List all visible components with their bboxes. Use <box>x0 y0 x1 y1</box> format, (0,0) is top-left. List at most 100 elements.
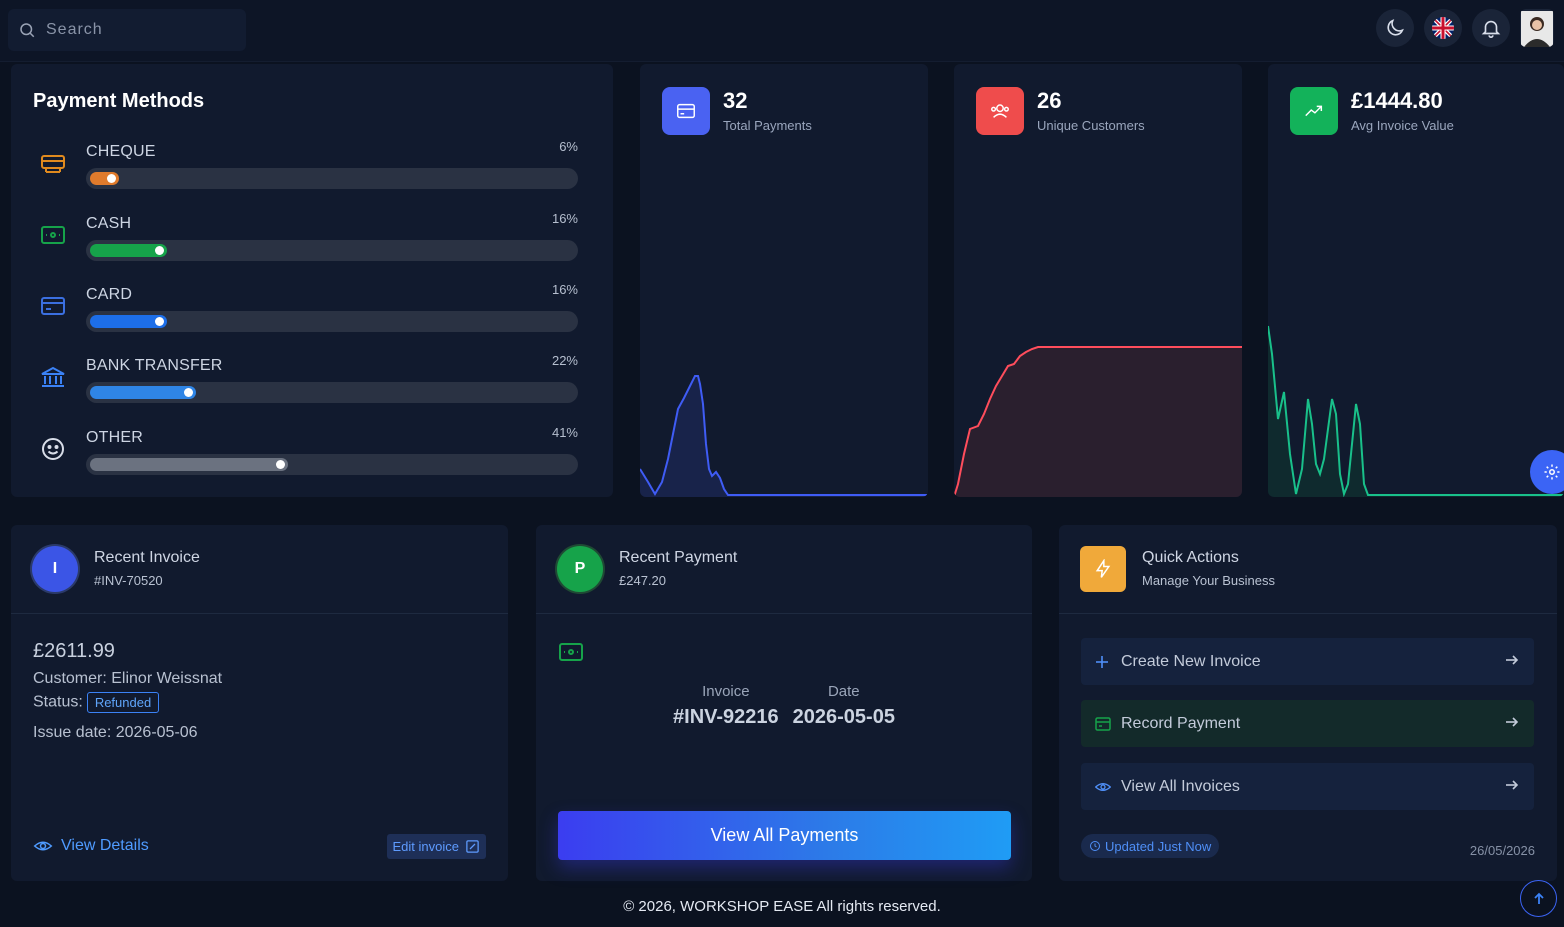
invoice-customer: Customer: Elinor Weissnat <box>33 670 223 687</box>
payment-invoice-col: Invoice #INV-92216 <box>673 683 779 729</box>
quick-actions-card: Quick Actions Manage Your Business Creat… <box>1059 525 1557 881</box>
quick-actions-header: Quick Actions Manage Your Business <box>1059 525 1557 614</box>
invoice-issue-date: Issue date: 2026-05-06 <box>33 724 198 741</box>
status-badge: Refunded <box>86 692 160 713</box>
payment-method-percent: 16% <box>551 282 578 297</box>
updated-label: Updated Just Now <box>1105 838 1212 854</box>
edit-invoice-button[interactable]: Edit invoice <box>386 834 486 859</box>
smile-icon <box>42 438 64 460</box>
progress-fill <box>90 244 167 257</box>
payment-method-percent: 22% <box>551 353 578 368</box>
stat-value: £1444.80 <box>1351 88 1443 113</box>
stat-label: Total Payments <box>723 118 812 133</box>
view-all-payments-button[interactable]: View All Payments <box>558 811 1011 860</box>
plus-icon <box>1095 654 1111 670</box>
view-details-link[interactable]: View Details <box>33 836 149 856</box>
card-icon <box>677 103 695 119</box>
user-photo-icon <box>1521 11 1553 47</box>
payment-date-col: Date 2026-05-05 <box>793 683 895 729</box>
payment-method-row: CASH 16% <box>11 211 613 275</box>
users-icon <box>991 104 1009 118</box>
bank-icon <box>41 366 65 387</box>
invoice-amount: £2611.99 <box>33 640 115 662</box>
payment-method-label: CASH <box>86 215 132 232</box>
progress-knob <box>155 246 164 255</box>
user-avatar[interactable] <box>1520 9 1554 47</box>
progress-knob <box>155 317 164 326</box>
progress-fill <box>90 458 288 471</box>
stat-card-total-payments: 32 Total Payments <box>640 64 928 497</box>
language-switcher[interactable] <box>1424 9 1462 47</box>
payment-method-label: OTHER <box>86 429 143 446</box>
stat-icon-box <box>1290 87 1338 135</box>
payment-method-row: CHEQUE 6% <box>11 139 613 203</box>
progress-track <box>86 311 578 332</box>
dark-mode-toggle[interactable] <box>1376 9 1414 47</box>
eye-icon <box>1095 779 1111 795</box>
lightning-icon <box>1095 559 1111 578</box>
eye-icon <box>33 841 53 851</box>
notifications-button[interactable] <box>1472 9 1510 47</box>
edit-invoice-label: Edit invoice <box>392 839 459 854</box>
progress-fill <box>90 172 119 185</box>
stat-card-avg-invoice: £1444.80 Avg Invoice Value <box>1268 64 1564 497</box>
recent-payment-header: P Recent Payment £247.20 <box>536 525 1032 614</box>
record-payment-button[interactable]: Record Payment <box>1081 700 1534 747</box>
stat-value: 32 <box>723 88 748 113</box>
payment-method-row: OTHER 41% <box>11 425 613 489</box>
cheque-icon <box>41 155 65 173</box>
payment-methods-title: Payment Methods <box>33 90 205 112</box>
arrow-right-icon <box>1506 780 1519 790</box>
payment-date-label: Date <box>827 683 860 700</box>
cash-icon <box>559 643 583 661</box>
payment-invoice-value: #INV-92216 <box>673 706 779 728</box>
stat-label: Avg Invoice Value <box>1351 118 1454 133</box>
payment-invoice-label: Invoice <box>702 683 750 700</box>
invoice-avatar: I <box>32 546 78 592</box>
recent-invoice-card: I Recent Invoice #INV-70520 £2611.99 Cus… <box>11 525 508 881</box>
progress-knob <box>107 174 116 183</box>
view-all-invoices-label: View All Invoices <box>1121 777 1240 795</box>
moon-icon <box>1387 19 1404 36</box>
progress-fill <box>90 315 167 328</box>
recent-payment-amount: £247.20 <box>619 573 666 588</box>
quick-actions-icon-box <box>1080 546 1126 592</box>
footer-copyright: © 2026, WORKSHOP EASE All rights reserve… <box>623 898 941 915</box>
uk-flag-icon <box>1432 17 1454 39</box>
payment-details: Invoice #INV-92216 Date 2026-05-05 <box>536 683 1032 729</box>
progress-track <box>86 240 578 261</box>
progress-track <box>86 454 578 475</box>
payment-method-percent: 41% <box>551 425 578 440</box>
payment-method-row: BANK TRANSFER 22% <box>11 353 613 417</box>
payment-method-row: CARD 16% <box>11 282 613 346</box>
search-icon <box>20 23 35 38</box>
payment-methods-card: Payment Methods CHEQUE 6% CASH 16% CARD … <box>11 64 613 497</box>
stat-icon-box <box>976 87 1024 135</box>
progress-knob <box>184 388 193 397</box>
card-icon <box>41 297 65 315</box>
arrow-up-icon <box>1533 892 1544 904</box>
progress-knob <box>276 460 285 469</box>
view-details-label: View Details <box>61 837 149 854</box>
recent-invoice-number: #INV-70520 <box>94 573 163 588</box>
view-all-invoices-button[interactable]: View All Invoices <box>1081 763 1534 810</box>
record-payment-label: Record Payment <box>1121 714 1241 732</box>
create-new-invoice-label: Create New Invoice <box>1121 652 1261 670</box>
search-box[interactable] <box>8 9 246 51</box>
search-input[interactable] <box>46 21 226 39</box>
payment-method-label: CARD <box>86 286 133 303</box>
payment-method-percent: 6% <box>559 139 578 154</box>
stat-value: 26 <box>1037 88 1062 113</box>
invoice-status: Status: Refunded <box>33 692 160 713</box>
payment-method-percent: 16% <box>551 211 578 226</box>
quick-actions-date: 26/05/2026 <box>1469 843 1535 858</box>
status-label: Status: <box>33 693 83 711</box>
payment-date-value: 2026-05-05 <box>792 706 895 728</box>
recent-invoice-title: Recent Invoice <box>94 549 200 566</box>
recent-payment-card: P Recent Payment £247.20 Invoice #INV-92… <box>536 525 1032 881</box>
create-new-invoice-button[interactable]: Create New Invoice <box>1081 638 1534 685</box>
scroll-to-top-button[interactable] <box>1520 880 1557 917</box>
arrow-right-icon <box>1506 655 1519 665</box>
updated-badge: Updated Just Now <box>1081 834 1220 858</box>
stat-card-unique-customers: 26 Unique Customers <box>954 64 1242 497</box>
